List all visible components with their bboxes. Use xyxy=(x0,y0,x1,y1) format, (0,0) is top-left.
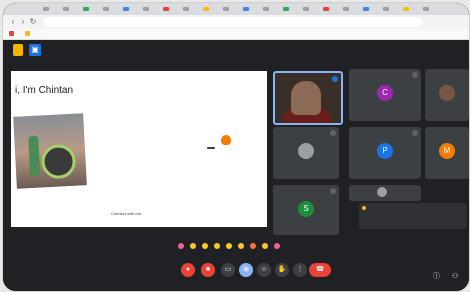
participant-tile-camera[interactable] xyxy=(273,71,343,125)
reactions-button[interactable]: ☺ xyxy=(257,263,271,277)
tab[interactable] xyxy=(103,7,109,11)
screen: ‹ › ↻ ▣ i, I'm Chintan Connect with me: … xyxy=(2,2,470,292)
tab[interactable] xyxy=(43,7,49,11)
slide-tooltip xyxy=(207,147,215,149)
reaction-icon[interactable] xyxy=(202,243,208,249)
mic-off-icon xyxy=(330,188,336,194)
forward-icon[interactable]: › xyxy=(19,18,27,26)
tab[interactable] xyxy=(303,7,309,11)
avatar xyxy=(298,143,314,159)
tab[interactable] xyxy=(403,7,409,11)
reaction-bar xyxy=(178,243,288,251)
avatar: P xyxy=(377,143,393,159)
tab[interactable] xyxy=(83,7,89,11)
reaction-icon[interactable] xyxy=(178,243,184,249)
reaction-icon[interactable] xyxy=(214,243,220,249)
tab[interactable] xyxy=(283,7,289,11)
participant-tile[interactable]: P xyxy=(349,127,421,179)
slide-connect-heading: Connect with me: xyxy=(111,211,142,216)
tab[interactable] xyxy=(203,7,209,11)
tab[interactable] xyxy=(183,7,189,11)
bookmark-item[interactable] xyxy=(25,31,32,37)
bookmark-icon xyxy=(9,31,14,37)
mic-off-icon xyxy=(412,130,418,136)
bookmark-icon xyxy=(25,31,30,37)
tab[interactable] xyxy=(163,7,169,11)
tab[interactable] xyxy=(383,7,389,11)
reaction-icon[interactable] xyxy=(238,243,244,249)
browser-tab-strip xyxy=(3,3,469,15)
meeting-control-bar: ● ■ ▭ ◉ ☺ ✋ ⋮ ☎ ⓘ ⚇ xyxy=(3,253,469,291)
tab[interactable] xyxy=(223,7,229,11)
reload-icon[interactable]: ↻ xyxy=(29,18,37,26)
mic-off-icon xyxy=(330,130,336,136)
participant-video xyxy=(291,81,321,115)
tab[interactable] xyxy=(243,7,249,11)
reaction-icon[interactable] xyxy=(274,243,280,249)
participant-tile[interactable]: C xyxy=(349,69,421,121)
slides-icon xyxy=(13,44,23,56)
info-icon[interactable]: ⓘ xyxy=(433,273,441,281)
tab[interactable] xyxy=(323,7,329,11)
tab[interactable] xyxy=(123,7,129,11)
presenter-bar: ▣ xyxy=(3,40,469,60)
slide-photo xyxy=(13,113,87,189)
side-panel-icons: ⓘ ⚇ xyxy=(427,265,459,283)
participant-tile[interactable] xyxy=(349,185,421,201)
avatar xyxy=(439,85,455,101)
notification-dot-icon xyxy=(362,206,366,210)
photo-person xyxy=(28,135,41,177)
tab[interactable] xyxy=(423,7,429,11)
participant-tile[interactable]: S xyxy=(273,185,339,235)
bookmarks-bar xyxy=(3,29,469,40)
back-icon[interactable]: ‹ xyxy=(9,18,17,26)
tab[interactable] xyxy=(63,7,69,11)
camera-off-button[interactable]: ■ xyxy=(201,263,215,277)
raise-hand-button[interactable]: ✋ xyxy=(275,263,289,277)
avatar xyxy=(377,187,387,197)
reaction-icon[interactable] xyxy=(250,243,256,249)
slide-bird-icon xyxy=(221,135,231,145)
tab[interactable] xyxy=(363,7,369,11)
mic-off-icon xyxy=(412,72,418,78)
reaction-icon[interactable] xyxy=(226,243,232,249)
tab[interactable] xyxy=(263,7,269,11)
mic-off-button[interactable]: ● xyxy=(181,263,195,277)
chat-notification[interactable] xyxy=(359,203,467,229)
avatar: M xyxy=(439,143,455,159)
mic-icon xyxy=(332,76,338,82)
browser-toolbar: ‹ › ↻ xyxy=(3,15,469,29)
bookmark-item[interactable] xyxy=(9,31,16,37)
slide-title: i, I'm Chintan xyxy=(15,85,74,96)
avatar: C xyxy=(377,85,393,101)
participant-tile[interactable]: M xyxy=(425,127,469,179)
present-button[interactable]: ◉ xyxy=(239,263,253,277)
photo-robot xyxy=(40,143,77,180)
tab[interactable] xyxy=(143,7,149,11)
captions-button[interactable]: ▭ xyxy=(221,263,235,277)
people-icon[interactable]: ⚇ xyxy=(451,273,459,281)
participant-tile[interactable] xyxy=(425,69,469,121)
end-call-button[interactable]: ☎ xyxy=(309,263,331,277)
participant-tile[interactable] xyxy=(273,127,339,179)
address-bar[interactable] xyxy=(43,17,423,27)
presentation-slide: i, I'm Chintan Connect with me: xyxy=(11,71,267,227)
reaction-icon[interactable] xyxy=(262,243,268,249)
reaction-icon[interactable] xyxy=(190,243,196,249)
avatar: S xyxy=(298,201,314,217)
pin-icon[interactable]: ▣ xyxy=(29,44,41,56)
more-options-button[interactable]: ⋮ xyxy=(293,263,307,277)
tab[interactable] xyxy=(343,7,349,11)
